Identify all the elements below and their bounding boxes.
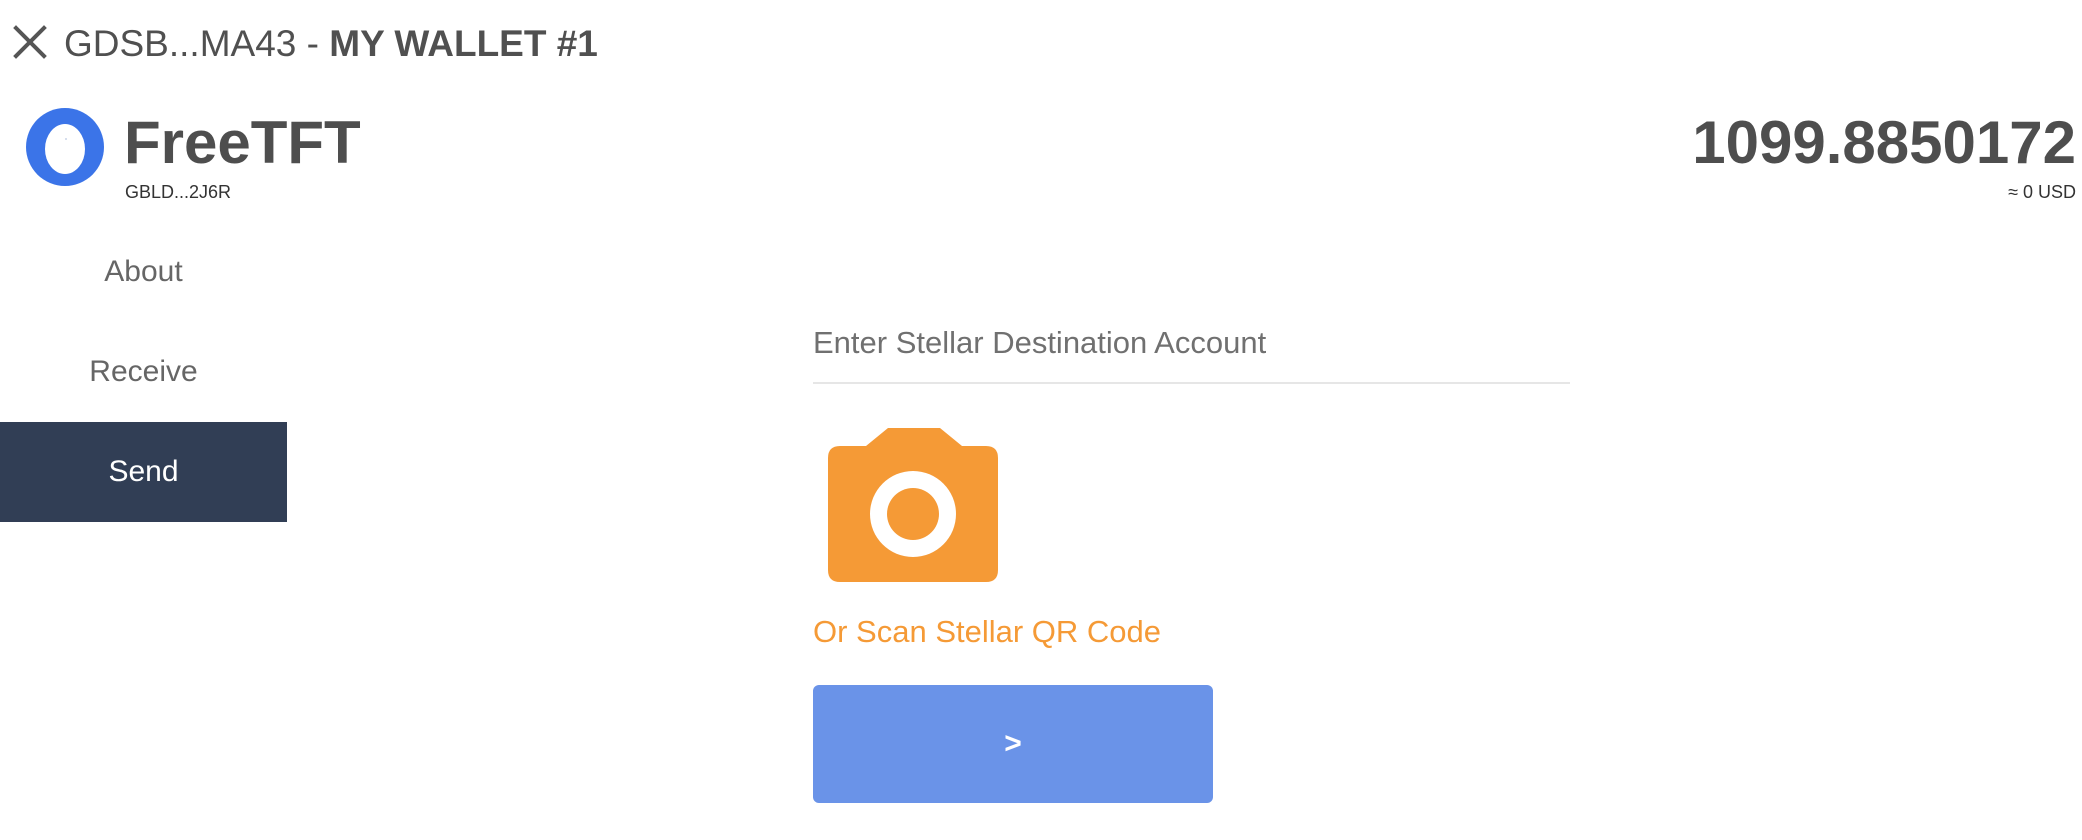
destination-account-input[interactable] <box>813 304 1570 384</box>
balance-fiat-value: ≈ 0 USD <box>2008 182 2076 202</box>
window-title: GDSB...MA43 - MY WALLET #1 <box>64 20 598 68</box>
close-icon <box>13 25 47 59</box>
title-separator: - <box>296 23 330 64</box>
sidebar-item-receive[interactable]: Receive <box>0 322 287 422</box>
sidebar-item-send[interactable]: Send <box>0 422 287 522</box>
asset-logo-icon <box>26 108 104 186</box>
camera-icon <box>828 428 998 582</box>
asset-issuer-address: GBLD...2J6R <box>125 182 232 202</box>
sidebar-item-label: Send <box>108 455 179 488</box>
asset-name: FreeTFT <box>124 109 361 176</box>
sidebar-item-about[interactable]: About <box>0 222 287 322</box>
balance-amount: 1099.8850172 <box>1692 109 2076 176</box>
sidebar-item-label: About <box>104 255 183 288</box>
account-address: GDSB...MA43 <box>64 23 297 64</box>
scan-qr-button[interactable] <box>828 428 998 582</box>
close-button[interactable] <box>8 20 52 64</box>
sidebar-nav: About Receive Send <box>0 222 287 522</box>
wallet-name: MY WALLET #1 <box>329 23 598 64</box>
scan-qr-link[interactable]: Or Scan Stellar QR Code <box>813 612 1161 652</box>
next-button[interactable]: > <box>813 685 1213 803</box>
sidebar-item-label: Receive <box>89 355 198 388</box>
